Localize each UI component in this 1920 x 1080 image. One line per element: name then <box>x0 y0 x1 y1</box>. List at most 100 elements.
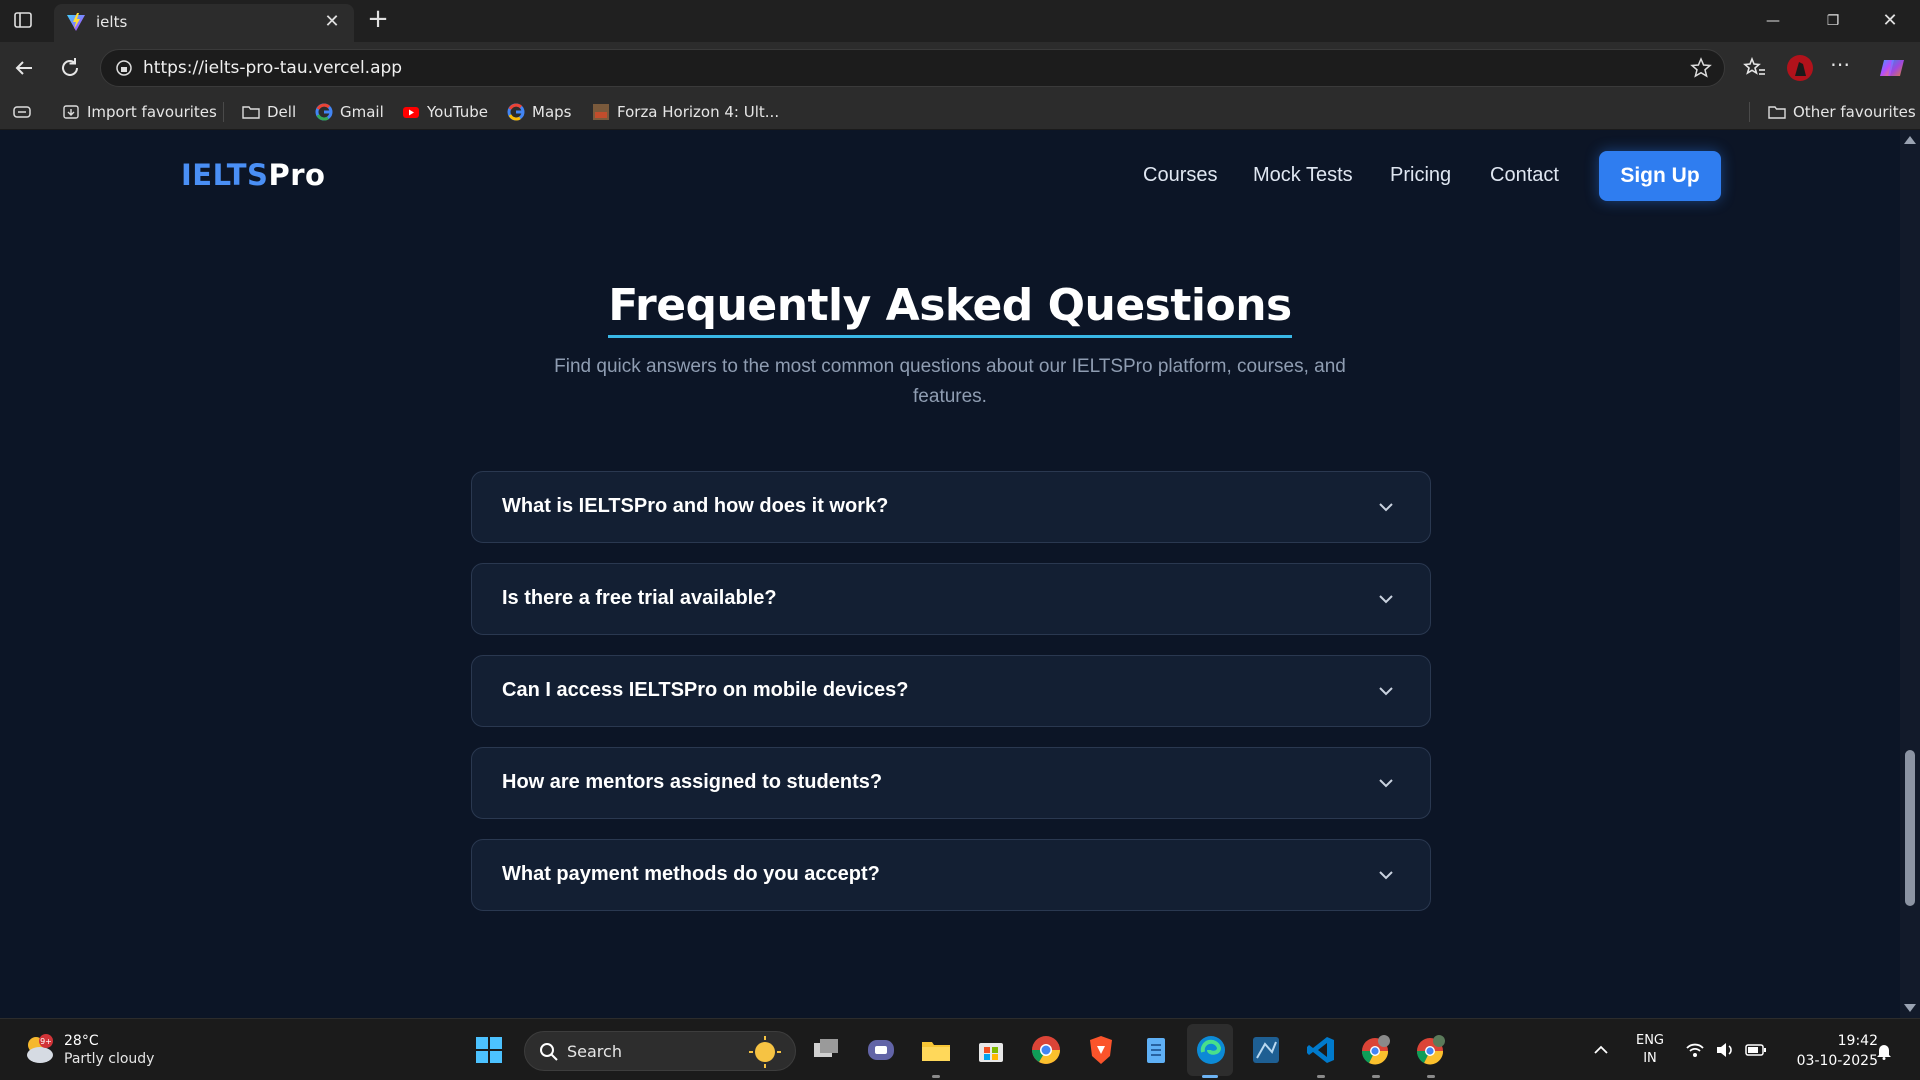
weather-widget[interactable]: 9+ 28°C Partly cloudy <box>22 1031 222 1071</box>
profile-avatar-icon[interactable] <box>1786 54 1814 82</box>
wifi-icon[interactable] <box>1685 1041 1705 1059</box>
site-info-icon[interactable] <box>115 59 133 77</box>
sun-decoration-icon <box>749 1036 781 1068</box>
folder-icon <box>1768 106 1786 119</box>
sidebar-toggle-icon[interactable] <box>13 10 33 30</box>
url-text[interactable]: https://ielts-pro-tau.vercel.app <box>143 58 402 78</box>
chevron-up-icon[interactable] <box>1592 1043 1610 1057</box>
chrome-profile-icon[interactable] <box>1360 1034 1392 1066</box>
google-icon <box>315 103 333 121</box>
faq-subtitle: Find quick answers to the most common qu… <box>554 356 1346 407</box>
faq-question: How are mentors assigned to students? <box>502 771 883 793</box>
tab-close-icon[interactable]: ✕ <box>320 10 344 34</box>
more-options-icon[interactable]: ⋯ <box>1830 52 1850 76</box>
browser-tab[interactable]: ielts ✕ <box>54 4 354 42</box>
mysql-workbench-icon[interactable] <box>1250 1034 1282 1066</box>
nav-pricing[interactable]: Pricing <box>1390 164 1451 187</box>
browser-titlebar: ielts ✕ + — ❐ ✕ <box>0 0 1920 42</box>
edge-icon[interactable] <box>1195 1034 1227 1066</box>
faq-title-wrapper: Frequently Asked Questions <box>0 280 1900 338</box>
teams-chat-icon[interactable] <box>865 1034 897 1066</box>
chevron-down-icon <box>1379 779 1393 788</box>
site-logo[interactable]: IELTSPro <box>181 158 325 192</box>
browser-toolbar: https://ielts-pro-tau.vercel.app ⋯ <box>0 42 1920 94</box>
search-icon <box>540 1043 558 1061</box>
volume-icon[interactable] <box>1715 1041 1735 1059</box>
bookmark-separator <box>1749 102 1750 122</box>
scroll-up-arrow-icon[interactable] <box>1904 136 1916 144</box>
bookmark-youtube[interactable]: YouTube <box>402 100 488 124</box>
refresh-icon[interactable] <box>56 54 84 82</box>
bookmark-maps[interactable]: Maps <box>507 100 571 124</box>
chevron-down-icon <box>1379 595 1393 604</box>
weather-temp: 28°C <box>64 1033 99 1049</box>
battery-icon[interactable] <box>1745 1042 1767 1058</box>
vite-favicon-icon <box>67 13 85 31</box>
youtube-icon <box>403 107 419 118</box>
active-indicator <box>1202 1075 1218 1078</box>
new-tab-button[interactable]: + <box>364 6 392 34</box>
page-viewport: IELTSPro Courses Mock Tests Pricing Cont… <box>0 130 1920 1018</box>
bookmark-dell[interactable]: Dell <box>242 100 296 124</box>
faq-item[interactable]: What payment methods do you accept? <box>471 839 1431 911</box>
weather-description: Partly cloudy <box>64 1051 155 1067</box>
bookmark-import-favourites[interactable]: Import favourites <box>62 100 217 124</box>
brave-icon[interactable] <box>1085 1034 1117 1066</box>
google-icon <box>507 103 525 121</box>
bookmark-separator <box>223 102 224 122</box>
taskbar-search[interactable]: Search <box>524 1031 796 1071</box>
faq-item[interactable]: How are mentors assigned to students? <box>471 747 1431 819</box>
scroll-down-arrow-icon[interactable] <box>1904 1004 1916 1012</box>
bookmark-other-favourites[interactable]: Other favourites <box>1768 100 1916 124</box>
folder-icon <box>242 106 260 119</box>
file-explorer-icon[interactable] <box>920 1034 952 1066</box>
weather-badge: 9+ <box>40 1037 52 1046</box>
chevron-down-icon <box>1379 687 1393 696</box>
reading-list-icon[interactable] <box>12 103 32 121</box>
chevron-down-icon <box>1379 871 1393 880</box>
vscode-icon[interactable] <box>1305 1034 1337 1066</box>
copilot-icon[interactable] <box>1878 54 1906 82</box>
minimize-button[interactable]: — <box>1745 0 1801 42</box>
favorites-icon[interactable] <box>1740 54 1768 82</box>
site-navbar: IELTSPro Courses Mock Tests Pricing Cont… <box>0 130 1900 220</box>
running-indicator <box>1427 1075 1435 1078</box>
notification-bell-icon[interactable] <box>1875 1042 1893 1060</box>
bookmark-gmail[interactable]: Gmail <box>315 100 384 124</box>
bookmarks-bar: Import favourites Dell Gmail YouTube Map… <box>0 94 1920 130</box>
faq-item[interactable]: Is there a free trial available? <box>471 563 1431 635</box>
nav-courses[interactable]: Courses <box>1143 164 1217 187</box>
page-scrollbar[interactable] <box>1900 130 1920 1018</box>
faq-question: Can I access IELTSPro on mobile devices? <box>502 679 909 701</box>
notepad-icon[interactable] <box>1140 1034 1172 1066</box>
tab-title: ielts <box>96 13 128 31</box>
restore-button[interactable]: ❐ <box>1805 0 1861 42</box>
import-icon <box>63 105 79 119</box>
chrome-icon[interactable] <box>1030 1034 1062 1066</box>
chrome-profile-2-icon[interactable] <box>1415 1034 1447 1066</box>
partly-cloudy-icon: 9+ <box>27 1034 53 1063</box>
faq-question: What payment methods do you accept? <box>502 863 880 885</box>
sign-up-button[interactable]: Sign Up <box>1599 151 1721 201</box>
clock[interactable]: 19:42 03-10-2025 <box>1782 1031 1878 1071</box>
address-bar[interactable]: https://ielts-pro-tau.vercel.app <box>100 49 1725 87</box>
faq-item[interactable]: Can I access IELTSPro on mobile devices? <box>471 655 1431 727</box>
running-indicator <box>1317 1075 1325 1078</box>
nav-contact[interactable]: Contact <box>1490 164 1559 187</box>
favorite-star-icon[interactable] <box>1690 57 1712 79</box>
language-indicator[interactable]: ENG IN <box>1630 1032 1670 1068</box>
faq-item[interactable]: What is IELTSPro and how does it work? <box>471 471 1431 543</box>
task-view-icon[interactable] <box>810 1034 842 1066</box>
windows-taskbar: 9+ 28°C Partly cloudy Search ENG IN 19:4… <box>0 1018 1920 1080</box>
windows-start-icon[interactable] <box>473 1034 505 1066</box>
close-window-button[interactable]: ✕ <box>1862 0 1918 42</box>
bookmark-forza[interactable]: Forza Horizon 4: Ult... <box>592 100 779 124</box>
chevron-down-icon <box>1379 503 1393 512</box>
nav-mock-tests[interactable]: Mock Tests <box>1253 164 1353 187</box>
microsoft-store-icon[interactable] <box>975 1034 1007 1066</box>
search-label: Search <box>567 1042 622 1061</box>
faq-question: What is IELTSPro and how does it work? <box>502 495 889 517</box>
back-icon[interactable] <box>10 54 38 82</box>
scrollbar-thumb[interactable] <box>1905 750 1915 906</box>
forza-game-icon <box>593 104 609 120</box>
